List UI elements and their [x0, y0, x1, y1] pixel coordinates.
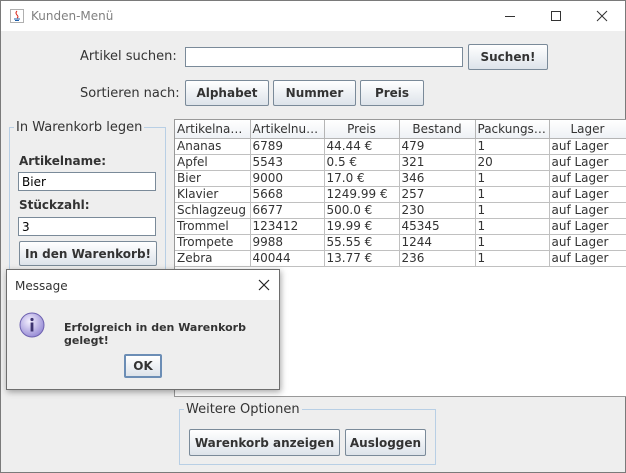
table-cell: Zebra	[175, 250, 251, 267]
table-cell: 1	[475, 138, 550, 155]
search-input[interactable]	[185, 47, 463, 67]
table-cell: 40044	[250, 250, 325, 267]
add-to-cart-button[interactable]: In den Warenkorb!	[19, 241, 157, 266]
table-cell: Schlagzeug	[175, 202, 251, 219]
quantity-label: Stückzahl:	[19, 198, 90, 212]
table-cell: auf Lager	[549, 154, 626, 171]
info-icon	[19, 312, 45, 338]
table-cell: 1	[475, 170, 550, 187]
more-options-legend: Weitere Optionen	[186, 402, 300, 417]
close-icon	[596, 10, 608, 22]
table-row[interactable]: Bier 9000 17.0 €346 1 auf Lager	[175, 170, 626, 187]
column-header-preis[interactable]: Preis	[324, 120, 400, 139]
table-row[interactable]: Ananas 6789 44.44 €479 1 auf Lager	[175, 138, 626, 155]
add-to-cart-legend: In Warenkorb legen	[16, 120, 143, 135]
quantity-input[interactable]	[18, 217, 156, 236]
table-cell: 236	[399, 250, 476, 267]
table-cell: 346	[399, 170, 476, 187]
table-cell: 1249.99 €	[324, 186, 400, 203]
table-cell: 6677	[250, 202, 325, 219]
table-cell: 44.44 €	[324, 138, 400, 155]
close-button[interactable]	[579, 1, 625, 31]
table-cell: auf Lager	[549, 234, 626, 251]
table-cell: 20	[475, 154, 550, 171]
column-header-packungsgroesse[interactable]: Packungsg...	[475, 120, 550, 139]
table-cell: 45345	[399, 218, 476, 235]
table-cell: Ananas	[175, 138, 251, 155]
show-cart-button[interactable]: Warenkorb anzeigen	[189, 429, 340, 456]
table-cell: auf Lager	[549, 202, 626, 219]
table-cell: 1	[475, 202, 550, 219]
table-cell: auf Lager	[549, 186, 626, 203]
table-cell: Bier	[175, 170, 251, 187]
message-dialog: Message Erfolgreich in den Warenkorb gel…	[6, 269, 280, 390]
article-name-input[interactable]	[18, 172, 156, 191]
table-cell: Klavier	[175, 186, 251, 203]
dialog-ok-button[interactable]: OK	[124, 354, 162, 378]
table-cell: auf Lager	[549, 218, 626, 235]
table-cell: 5668	[250, 186, 325, 203]
table-header-row: Artikelname Artikelnum... Preis Bestand …	[175, 120, 626, 139]
search-button[interactable]: Suchen!	[468, 44, 548, 70]
table-cell: 6789	[250, 138, 325, 155]
app-window: Kunden-Menü Artikel suchen: Suchen! Sort…	[0, 0, 626, 473]
table-row[interactable]: Apfel 5543 0.5 €321 20 auf Lager	[175, 154, 626, 171]
table-cell: 5543	[250, 154, 325, 171]
table-cell: Apfel	[175, 154, 251, 171]
java-app-icon	[10, 9, 24, 23]
table-cell: 9000	[250, 170, 325, 187]
dialog-title: Message	[15, 279, 68, 293]
article-name-label: Artikelname:	[19, 154, 107, 168]
table-cell: Trompete	[175, 234, 251, 251]
column-header-artikelnummer[interactable]: Artikelnum...	[250, 120, 325, 139]
logout-button[interactable]: Ausloggen	[345, 429, 426, 456]
window-title: Kunden-Menü	[31, 9, 114, 23]
table-cell: 230	[399, 202, 476, 219]
minimize-button[interactable]	[487, 1, 533, 31]
maximize-icon	[551, 11, 561, 21]
dialog-message: Erfolgreich in den Warenkorb gelegt!	[64, 321, 246, 347]
table-cell: 0.5 €	[324, 154, 400, 171]
table-cell: 123412	[250, 218, 325, 235]
table-row[interactable]: Klavier 5668 1249.99 €257 1 auf Lager	[175, 186, 626, 203]
sort-number-button[interactable]: Nummer	[273, 80, 356, 106]
title-bar: Kunden-Menü	[1, 1, 625, 31]
table-cell: 17.0 €	[324, 170, 400, 187]
sort-price-button[interactable]: Preis	[360, 80, 424, 106]
table-cell: 479	[399, 138, 476, 155]
column-header-bestand[interactable]: Bestand	[399, 120, 476, 139]
minimize-icon	[505, 16, 515, 17]
table-cell: 1244	[399, 234, 476, 251]
maximize-button[interactable]	[533, 1, 579, 31]
window-content: Artikel suchen: Suchen! Sortieren nach: …	[1, 31, 626, 472]
table-cell: 257	[399, 186, 476, 203]
table-cell: auf Lager	[549, 170, 626, 187]
table-cell: 9988	[250, 234, 325, 251]
table-cell: 55.55 €	[324, 234, 400, 251]
table-cell: 1	[475, 234, 550, 251]
sort-alphabet-button[interactable]: Alphabet	[185, 80, 269, 106]
table-cell: Trommel	[175, 218, 251, 235]
table-cell: 1	[475, 186, 550, 203]
sort-label: Sortieren nach:	[80, 86, 180, 101]
table-cell: 321	[399, 154, 476, 171]
table-cell: 1	[475, 250, 550, 267]
article-table: Artikelname Artikelnum... Preis Bestand …	[175, 120, 626, 267]
table-row[interactable]: Schlagzeug 6677 500.0 €230 1 auf Lager	[175, 202, 626, 219]
dialog-title-bar: Message	[7, 270, 279, 300]
dialog-close-button[interactable]	[255, 276, 273, 294]
column-header-artikelname[interactable]: Artikelname	[175, 120, 251, 139]
table-cell: 19.99 €	[324, 218, 400, 235]
table-cell: auf Lager	[549, 138, 626, 155]
column-header-lager[interactable]: Lager	[549, 120, 626, 139]
close-icon	[258, 279, 270, 291]
table-cell: 1	[475, 218, 550, 235]
search-label: Artikel suchen:	[80, 49, 177, 64]
table-cell: 13.77 €	[324, 250, 400, 267]
table-row[interactable]: Trommel 123412 19.99 €45345 1 auf Lager	[175, 218, 626, 235]
table-row[interactable]: Zebra 40044 13.77 €236 1 auf Lager	[175, 250, 626, 267]
table-row[interactable]: Trompete 9988 55.55 €1244 1 auf Lager	[175, 234, 626, 251]
table-cell: auf Lager	[549, 250, 626, 267]
table-cell: 500.0 €	[324, 202, 400, 219]
